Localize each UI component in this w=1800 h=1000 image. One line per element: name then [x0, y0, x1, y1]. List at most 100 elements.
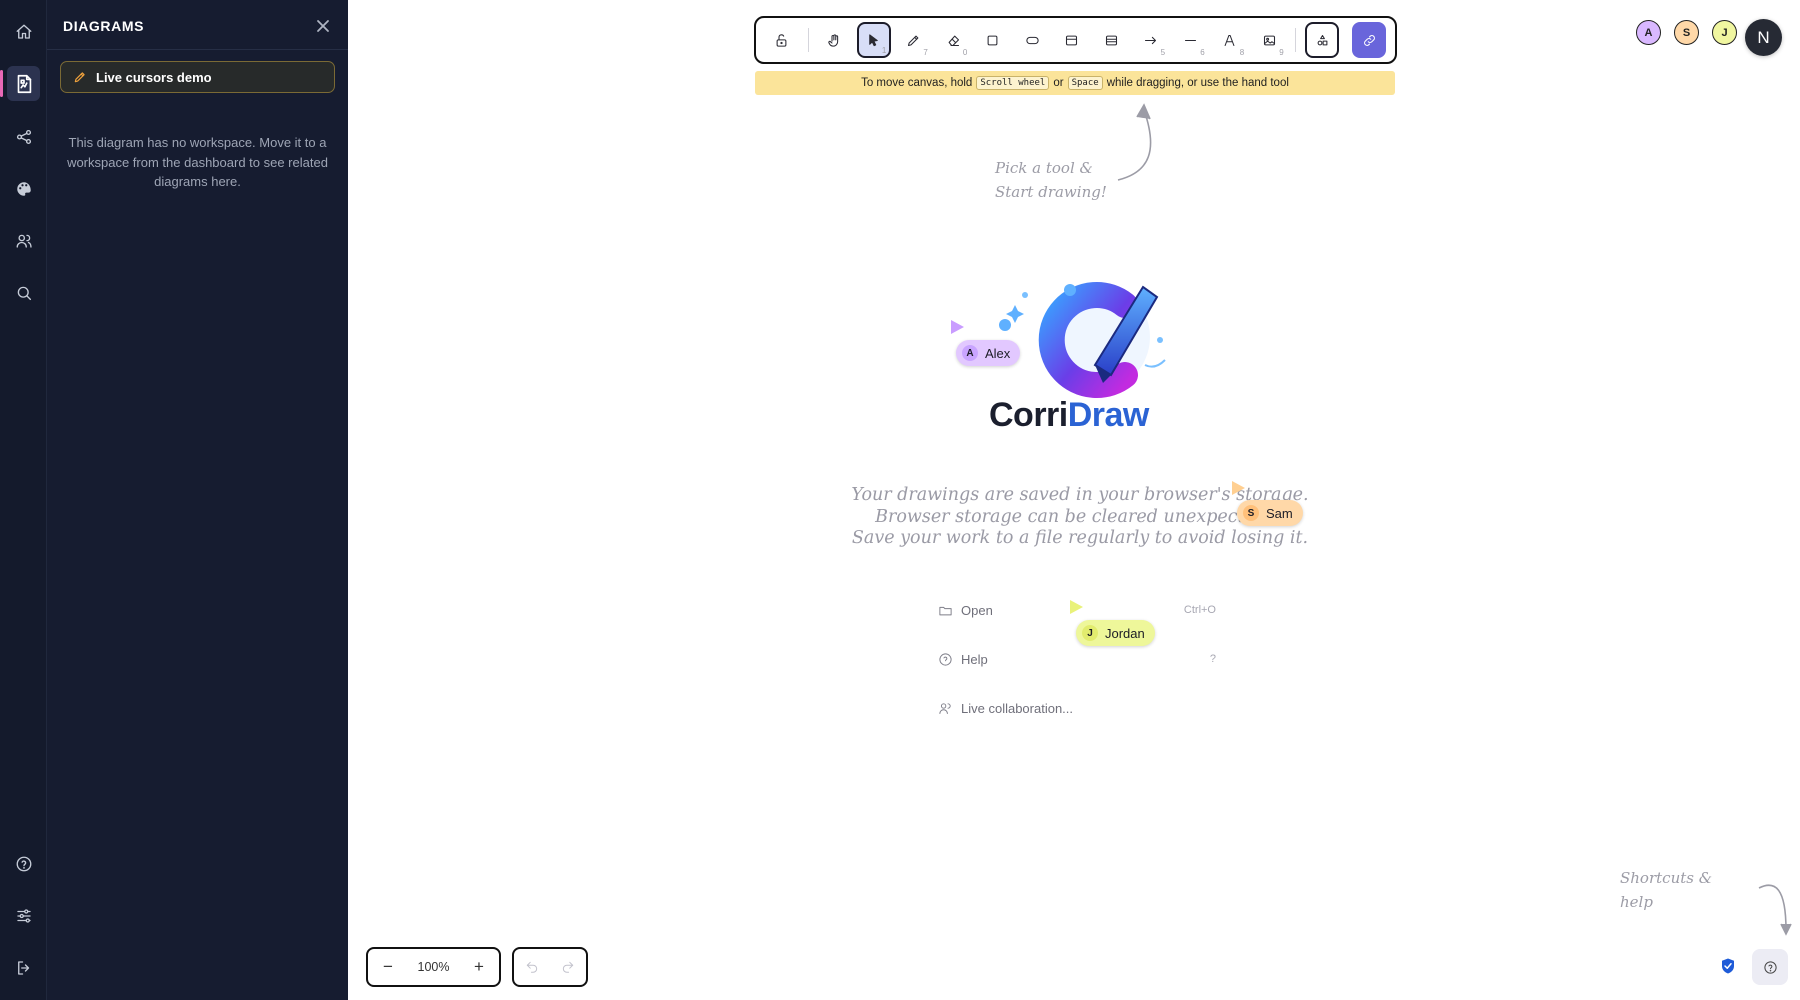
live-collaboration-menu-item[interactable]: Live collaboration...: [937, 695, 1216, 721]
toolbar-divider: [1295, 28, 1297, 52]
text-tool[interactable]: 8: [1213, 22, 1248, 58]
help-icon: [937, 651, 953, 667]
undo-button[interactable]: [519, 954, 545, 980]
cursor-alex-initial: A: [962, 345, 978, 361]
corridraw-logo-mark: [999, 282, 1166, 398]
ellipse-tool[interactable]: [1015, 22, 1050, 58]
line-icon: [1183, 33, 1198, 48]
share-icon[interactable]: [9, 122, 38, 151]
ellipse-icon: [1025, 33, 1040, 48]
cursor-jordan-pointer: [1070, 600, 1083, 614]
cursor-sam-initial: S: [1243, 505, 1259, 521]
cursor-arrow-icon: [866, 33, 881, 48]
undo-redo-controls: [512, 947, 588, 987]
close-icon[interactable]: [312, 15, 334, 37]
rectangle-icon: [985, 33, 1000, 48]
settings-sliders-icon[interactable]: [9, 901, 38, 930]
logout-icon[interactable]: [9, 953, 38, 982]
collaborator-avatar-a[interactable]: A: [1636, 20, 1661, 45]
nav-rail: [0, 0, 47, 1000]
search-icon[interactable]: [9, 278, 38, 307]
lock-tool[interactable]: [765, 22, 800, 58]
cursor-sam-pointer: [1232, 481, 1245, 495]
users-icon[interactable]: [9, 226, 38, 255]
zoom-controls: − 100% +: [366, 947, 501, 987]
home-icon[interactable]: [9, 17, 38, 46]
redo-button[interactable]: [555, 954, 581, 980]
palette-icon[interactable]: [9, 174, 38, 203]
panel-title: DIAGRAMS: [63, 18, 145, 34]
zoom-in-button[interactable]: +: [466, 954, 492, 980]
image-icon: [1262, 33, 1277, 48]
help-menu-item[interactable]: Help ?: [937, 646, 1216, 672]
share-link-button[interactable]: [1351, 22, 1387, 58]
image-tool[interactable]: 9: [1252, 22, 1287, 58]
unlock-icon: [774, 33, 789, 48]
shortcut-key: 9: [1279, 48, 1284, 57]
frame-tool[interactable]: [1054, 22, 1089, 58]
cursor-alex-tag: A Alex: [956, 340, 1021, 366]
redo-icon: [561, 960, 575, 974]
live-collaboration-label: Live collaboration...: [961, 700, 1074, 716]
embed-icon: [1104, 33, 1119, 48]
shortcuts-line2: help: [1620, 893, 1653, 911]
diagram-icon[interactable]: [0, 66, 40, 101]
pick-tool-line2: Start drawing!: [995, 183, 1107, 201]
pick-tool-line1: Pick a tool &: [995, 159, 1093, 177]
undo-icon: [525, 960, 539, 974]
logo-part-corri: Corri: [989, 396, 1068, 434]
freedraw-tool[interactable]: 7: [896, 22, 931, 58]
extra-tools-button[interactable]: [1304, 22, 1340, 58]
shortcut-key: 6: [1200, 48, 1205, 57]
hint-middle: or: [1053, 77, 1064, 89]
help-shortcut: ?: [1209, 653, 1216, 665]
rectangle-tool[interactable]: [975, 22, 1010, 58]
open-shortcut: Ctrl+O: [1183, 604, 1216, 616]
scroll-wheel-key: Scroll wheel: [976, 76, 1050, 90]
security-shield-button[interactable]: [1715, 953, 1741, 979]
shapes-icon: [1315, 33, 1330, 48]
hand-icon: [827, 33, 842, 48]
zoom-level[interactable]: 100%: [418, 960, 450, 974]
cursor-sam-tag: S Sam: [1237, 500, 1303, 526]
shield-check-icon: [1719, 957, 1737, 975]
pick-tool-arrow: [1117, 103, 1152, 181]
help-icon: [1763, 960, 1778, 975]
diagram-item-live-cursors-demo[interactable]: Live cursors demo: [60, 61, 335, 93]
pencil-icon: [906, 33, 921, 48]
diagram-item-label: Live cursors demo: [96, 69, 212, 85]
collaborator-avatar-s[interactable]: S: [1674, 20, 1699, 45]
hint-prefix: To move canvas, hold: [861, 77, 973, 89]
user-avatar[interactable]: N: [1745, 19, 1782, 56]
zoom-out-button[interactable]: −: [375, 954, 401, 980]
shortcut-key: 5: [1160, 48, 1166, 57]
users-icon: [937, 700, 953, 716]
shortcut-key: 0: [962, 48, 968, 57]
folder-icon: [937, 602, 953, 618]
toolbar-divider: [807, 28, 809, 52]
diagrams-panel: DIAGRAMS Live cursors demo This diagram …: [47, 0, 348, 1000]
link-icon: [1362, 33, 1377, 48]
text-icon: [1222, 33, 1237, 48]
shortcuts-arrow: [1758, 884, 1792, 936]
tool-toolbar: 1 7 0 5 6 8 9: [754, 16, 1397, 64]
corridraw-logo-text: CorriDraw: [989, 396, 1149, 435]
help-icon[interactable]: [9, 849, 38, 878]
shortcut-key: 7: [923, 48, 928, 57]
collaborator-avatar-j[interactable]: J: [1712, 20, 1737, 45]
shortcuts-hint: Shortcuts & help: [1620, 866, 1712, 914]
line-tool[interactable]: 6: [1173, 22, 1208, 58]
help-label: Help: [961, 651, 988, 667]
cursor-jordan-name: Jordan: [1105, 625, 1145, 641]
hand-tool[interactable]: [817, 22, 852, 58]
no-workspace-note: This diagram has no workspace. Move it t…: [67, 135, 328, 189]
embed-tool[interactable]: [1094, 22, 1129, 58]
eraser-tool[interactable]: 0: [936, 22, 971, 58]
arrow-tool[interactable]: 5: [1134, 22, 1169, 58]
help-button[interactable]: [1752, 949, 1788, 985]
open-label: Open: [961, 602, 993, 618]
selection-tool[interactable]: 1: [856, 22, 892, 58]
eraser-icon: [946, 33, 961, 48]
cursor-alex-name: Alex: [985, 345, 1011, 361]
frame-icon: [1064, 33, 1079, 48]
